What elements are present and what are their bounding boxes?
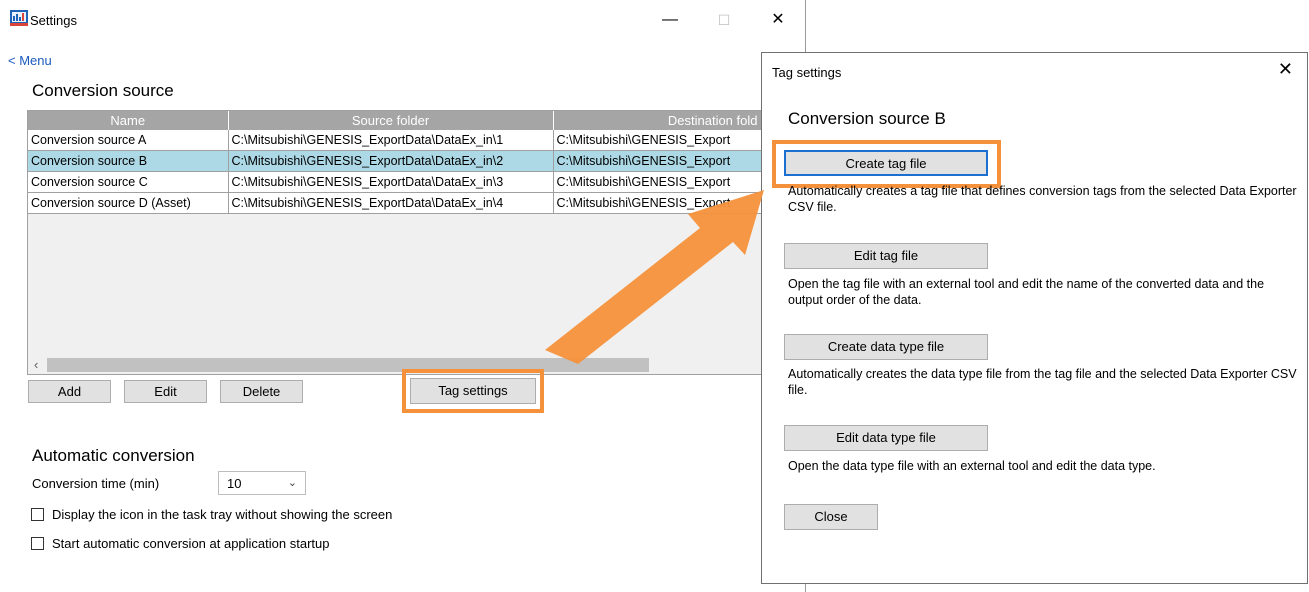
task-tray-checkbox[interactable] — [31, 508, 44, 521]
table-header-row: Name Source folder Destination fold — [28, 111, 763, 130]
row-name: Conversion source C — [28, 171, 229, 193]
window-title: Settings — [30, 13, 77, 28]
table-row[interactable]: Conversion source D (Asset) C:\Mitsubish… — [28, 192, 763, 214]
column-header-name[interactable]: Name — [28, 111, 229, 130]
table-row-selected[interactable]: Conversion source B C:\Mitsubishi\GENESI… — [28, 150, 763, 172]
row-name: Conversion source A — [28, 130, 229, 151]
row-name: Conversion source D (Asset) — [28, 192, 229, 214]
row-source-folder: C:\Mitsubishi\GENESIS_ExportData\DataEx_… — [228, 171, 554, 193]
settings-window: Settings — ☐ ✕ < Menu Conversion source … — [0, 0, 806, 592]
conversion-source-table: Name Source folder Destination fold Conv… — [27, 110, 764, 375]
dialog-close-icon[interactable]: ✕ — [1278, 59, 1293, 80]
row-destination-folder: C:\Mitsubishi\GENESIS_Export — [553, 150, 763, 172]
conversion-time-label: Conversion time (min) — [32, 476, 160, 491]
row-destination-folder: C:\Mitsubishi\GENESIS_Export — [553, 171, 763, 193]
row-destination-folder: C:\Mitsubishi\GENESIS_Export — [553, 192, 763, 214]
edit-tag-description: Open the tag file with an external tool … — [788, 277, 1265, 307]
dialog-title: Tag settings — [772, 65, 842, 80]
edit-button[interactable]: Edit — [124, 380, 207, 403]
create-tag-file-button[interactable]: Create tag file — [784, 150, 988, 176]
dialog-heading: Conversion source B — [788, 109, 946, 128]
edit-tag-file-button[interactable]: Edit tag file — [784, 243, 988, 269]
chevron-down-icon: ⌄ — [287, 477, 297, 489]
column-header-source-folder[interactable]: Source folder — [228, 111, 554, 130]
row-source-folder: C:\Mitsubishi\GENESIS_ExportData\DataEx_… — [228, 192, 554, 214]
row-destination-folder: C:\Mitsubishi\GENESIS_Export — [553, 130, 763, 151]
startup-label: Start automatic conversion at applicatio… — [52, 536, 330, 551]
row-source-folder: C:\Mitsubishi\GENESIS_ExportData\DataEx_… — [228, 130, 554, 151]
edit-data-type-description: Open the data type file with an external… — [788, 459, 1156, 473]
close-dialog-button[interactable]: Close — [784, 504, 878, 530]
table-row[interactable]: Conversion source C C:\Mitsubishi\GENESI… — [28, 171, 763, 193]
add-button[interactable]: Add — [28, 380, 111, 403]
table-row[interactable]: Conversion source A C:\Mitsubishi\GENESI… — [28, 130, 763, 151]
create-data-type-file-button[interactable]: Create data type file — [784, 334, 988, 360]
create-data-type-description: Automatically creates the data type file… — [788, 367, 1297, 397]
column-header-destination-folder[interactable]: Destination fold — [553, 111, 763, 130]
horizontal-scrollbar[interactable]: ‹ — [28, 356, 763, 374]
tag-settings-dialog: Tag settings ✕ Conversion source B Creat… — [761, 52, 1308, 584]
task-tray-label: Display the icon in the task tray withou… — [52, 507, 393, 522]
scroll-left-icon[interactable]: ‹ — [34, 357, 38, 372]
row-name: Conversion source B — [28, 150, 229, 172]
conversion-time-value: 10 — [227, 476, 242, 491]
conversion-source-title: Conversion source — [32, 81, 174, 100]
menu-back-link[interactable]: < Menu — [8, 53, 52, 68]
close-icon[interactable]: ✕ — [768, 10, 788, 30]
maximize-icon[interactable]: ☐ — [714, 10, 734, 30]
title-bar: Settings — ☐ ✕ — [0, 0, 806, 44]
app-icon — [10, 10, 28, 26]
delete-button[interactable]: Delete — [220, 380, 303, 403]
startup-checkbox[interactable] — [31, 537, 44, 550]
edit-data-type-file-button[interactable]: Edit data type file — [784, 425, 988, 451]
minimize-icon[interactable]: — — [660, 10, 680, 30]
row-source-folder: C:\Mitsubishi\GENESIS_ExportData\DataEx_… — [228, 150, 554, 172]
tag-settings-button[interactable]: Tag settings — [410, 378, 536, 404]
conversion-time-select[interactable]: 10 ⌄ — [218, 471, 306, 495]
scrollbar-thumb[interactable] — [47, 358, 649, 372]
automatic-conversion-title: Automatic conversion — [32, 446, 195, 465]
create-tag-description: Automatically creates a tag file that de… — [788, 184, 1297, 214]
